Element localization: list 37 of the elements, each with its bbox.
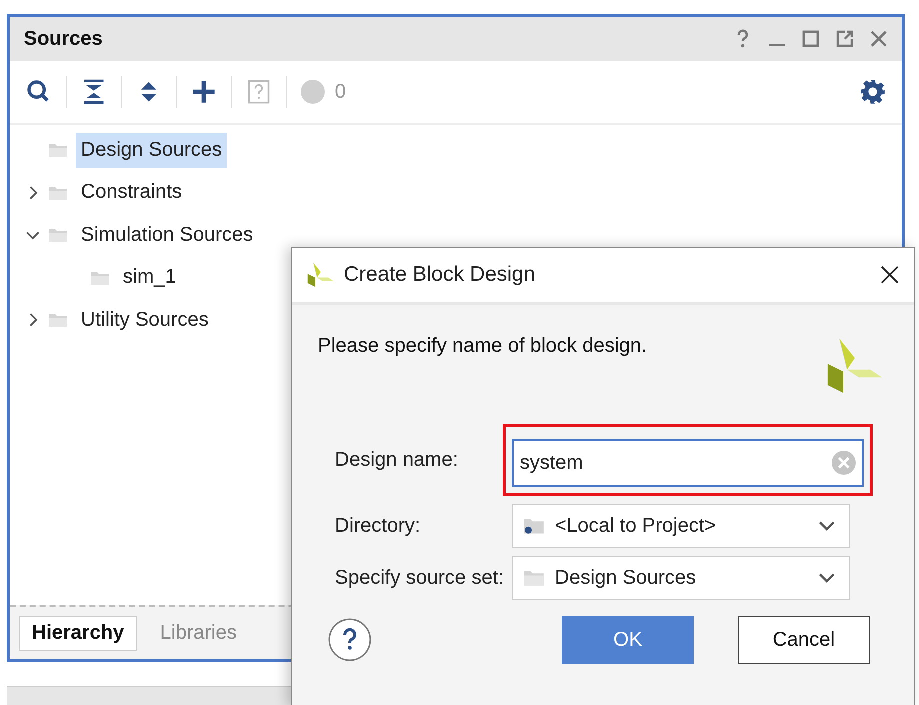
field-label: Design name:: [334, 448, 460, 472]
status-dot-icon: [301, 80, 325, 104]
cancel-button[interactable]: Cancel: [738, 616, 870, 664]
dialog-prompt: Please specify name of block design.: [318, 335, 648, 358]
add-icon[interactable]: [191, 79, 217, 105]
chevron-down-icon: [819, 520, 835, 532]
folder-icon: [48, 312, 68, 328]
chevron-down-icon: [819, 572, 835, 584]
logo-icon: [306, 261, 334, 289]
status-count: 0: [335, 80, 346, 104]
tree-item[interactable]: Design Sources: [76, 132, 228, 168]
ok-button[interactable]: OK: [562, 616, 694, 664]
design-name-field[interactable]: system: [512, 439, 864, 487]
tree-item[interactable]: Constraints: [76, 175, 188, 210]
search-icon[interactable]: [26, 79, 52, 105]
folder-icon: [48, 142, 68, 158]
folder-icon: [523, 517, 545, 535]
field-label: Directory:: [334, 514, 422, 538]
tree-item[interactable]: Simulation Sources: [76, 218, 258, 253]
close-icon[interactable]: [880, 265, 900, 285]
dialog-title: Create Block Design: [344, 263, 536, 287]
folder-icon: [48, 227, 68, 244]
panel-title: Sources: [24, 28, 103, 50]
logo-icon: [826, 337, 884, 395]
tree-item[interactable]: Utility Sources: [76, 302, 214, 338]
tab[interactable]: Hierarchy: [19, 616, 138, 650]
float-window-icon[interactable]: [835, 29, 855, 49]
dropdown-field[interactable]: Design Sources: [512, 556, 850, 600]
settings-icon[interactable]: [860, 79, 886, 105]
folder-icon: [523, 569, 545, 587]
field-label: Specify source set:: [334, 566, 505, 590]
maximize-icon[interactable]: [801, 29, 821, 49]
help-icon[interactable]: [328, 618, 372, 662]
tree-item[interactable]: sim_1: [118, 260, 182, 296]
dropdown-field[interactable]: <Local to Project>: [512, 504, 850, 548]
folder-icon: [90, 270, 110, 286]
folder-icon: [48, 184, 68, 201]
